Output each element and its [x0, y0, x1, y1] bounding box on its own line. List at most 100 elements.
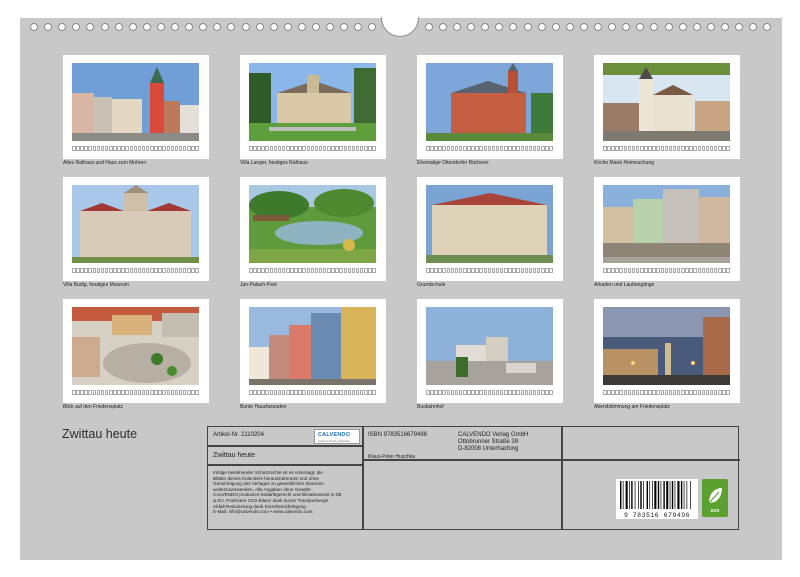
binding-ring — [720, 23, 729, 31]
mini-calendar-strip — [603, 268, 730, 274]
divider — [208, 445, 362, 447]
binding-ring — [241, 23, 250, 31]
mini-calendar-strip — [603, 390, 730, 396]
photo-card — [63, 177, 209, 281]
photo-caption: Busbahnhof — [417, 404, 444, 410]
binding-ring — [467, 23, 476, 31]
binding-ring — [171, 23, 179, 31]
mini-calendar-strip — [72, 146, 199, 152]
binding-ring — [44, 23, 53, 31]
binding-ring — [114, 23, 123, 31]
photo-church — [603, 63, 730, 141]
photo-caption: Villa Langer, heutiges Rathaus — [240, 160, 308, 166]
publisher-city: D-82008 Unterhaching — [458, 446, 519, 452]
legal-notice: Infolge bestehender Schutzrechte ist es … — [213, 470, 342, 515]
photo-square-aerial — [72, 307, 199, 385]
binding-ring — [326, 23, 335, 31]
binding-ring — [594, 23, 602, 31]
binding-ring — [424, 23, 433, 31]
binding-ring — [678, 23, 687, 31]
binding-ring — [354, 23, 363, 31]
binding-ring — [269, 23, 278, 31]
photo-card — [240, 177, 386, 281]
binding-ring — [692, 23, 701, 31]
photo-card — [594, 55, 740, 159]
photo-card — [594, 299, 740, 403]
photo-card — [417, 299, 563, 403]
photo-old-town-hall — [72, 63, 199, 141]
calvendo-logo: CALVENDO A Bryce Photo Calendar — [314, 429, 360, 444]
binding-ring — [30, 23, 38, 31]
barcode-number: 9 783516 679496 — [623, 512, 690, 519]
photo-card — [417, 55, 563, 159]
divider — [208, 464, 362, 466]
photo-card — [240, 299, 386, 403]
binding-ring — [72, 23, 81, 31]
binding-ring — [495, 23, 504, 31]
binding-ring — [551, 23, 560, 31]
photo-museum — [72, 185, 199, 263]
binding-ring — [509, 23, 518, 31]
photo-card — [594, 177, 740, 281]
photo-caption: Abendstimmung am Friedensplatz — [594, 404, 670, 410]
photo-bus-station — [426, 307, 553, 385]
article-number: Artikel-Nr. 2110204 — [213, 432, 264, 438]
photo-caption: Grundschule — [417, 282, 446, 288]
binding-ring — [735, 23, 743, 31]
binding-ring — [650, 23, 659, 31]
binding-ring — [664, 23, 673, 31]
photo-caption: Jan-Palach-Park — [240, 282, 277, 288]
photo-caption: Arkaden und Laubengänge — [594, 282, 655, 288]
binding-ring — [749, 23, 758, 31]
binding-ring — [608, 23, 617, 31]
barcode: 9 783516 679496 — [616, 479, 698, 519]
photo-facades — [249, 307, 376, 385]
binding-ring — [453, 23, 461, 31]
calendar-title: Zwittau heute — [62, 427, 138, 441]
info-panel: Artikel-Nr. 2110204 CALVENDO A Bryce Pho… — [207, 426, 740, 530]
photo-caption: Ehemalige Ottendorfer Bücherei — [417, 160, 489, 166]
binding-ring — [368, 23, 377, 31]
binding-ring — [579, 23, 588, 31]
product-title: Zwittau heute — [213, 452, 256, 459]
photo-card — [63, 55, 209, 159]
binding-ring — [297, 23, 306, 31]
divider — [362, 427, 364, 529]
eco-badge: eco — [702, 479, 728, 517]
mini-calendar-strip — [72, 268, 199, 274]
binding-ring — [312, 23, 320, 31]
binding-ring — [100, 23, 109, 31]
binding-ring — [438, 23, 447, 31]
binding-ring — [255, 23, 264, 31]
binding-ring — [58, 23, 67, 31]
binding-ring — [622, 23, 631, 31]
photo-card — [63, 299, 209, 403]
author: Klaus-Peter Huschka — [368, 454, 415, 460]
photo-caption: Blick auf den Friedensplatz — [63, 404, 124, 410]
mini-calendar-strip — [426, 146, 553, 152]
mini-calendar-strip — [426, 268, 553, 274]
photo-arcades — [603, 185, 730, 263]
divider — [561, 427, 563, 529]
photo-park — [249, 185, 376, 263]
photo-card — [240, 55, 386, 159]
binding-ring — [199, 23, 208, 31]
mini-calendar-strip — [249, 146, 376, 152]
barcode-bars — [620, 481, 691, 509]
mini-calendar-strip — [249, 268, 376, 274]
binding-ring — [142, 23, 151, 31]
binding-ring — [706, 23, 715, 31]
photo-card — [417, 177, 563, 281]
binding-ring — [636, 23, 645, 31]
binding-ring — [481, 23, 490, 31]
photo-caption: Altes Rathaus und Haus zum Mohren — [63, 160, 147, 166]
binding-ring — [763, 23, 772, 31]
mini-calendar-strip — [426, 390, 553, 396]
binding-ring — [86, 23, 95, 31]
mini-calendar-strip — [603, 146, 730, 152]
binding-ring — [185, 23, 194, 31]
photo-school — [426, 185, 553, 263]
binding-ring — [128, 23, 137, 31]
binding-ring — [156, 23, 165, 31]
photo-caption: Villa Budig, heutiges Museum — [63, 282, 129, 288]
